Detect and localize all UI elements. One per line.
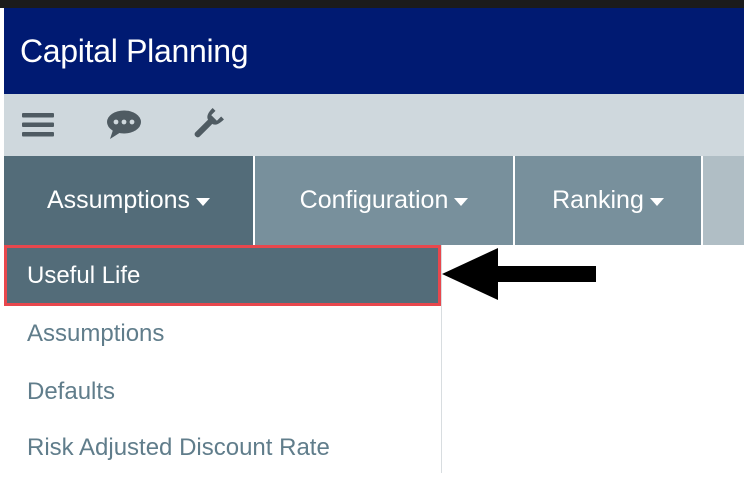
app-title: Capital Planning	[20, 32, 249, 69]
tab-assumptions[interactable]: Assumptions	[4, 156, 253, 245]
menu-button[interactable]	[20, 107, 56, 143]
menu-item-assumptions[interactable]: Assumptions	[4, 305, 441, 363]
caret-down-icon	[649, 197, 664, 206]
tab-label: Assumptions	[46, 186, 191, 214]
main-nav: Assumptions Configuration Ranking	[4, 156, 744, 245]
app-header: Capital Planning	[4, 8, 744, 94]
icon-toolbar	[4, 94, 744, 156]
menu-item-label: Assumptions	[27, 320, 165, 347]
menu-icon	[22, 113, 54, 137]
chat-button[interactable]	[104, 107, 144, 143]
window-top-edge	[0, 0, 744, 8]
settings-button[interactable]	[187, 107, 227, 143]
menu-item-useful-life[interactable]: Useful Life	[4, 245, 441, 306]
tab-ranking[interactable]: Ranking	[515, 156, 701, 245]
tab-label: Ranking	[552, 186, 644, 214]
menu-item-label: Risk Adjusted Discount Rate	[27, 434, 330, 461]
tab-label: Configuration	[299, 186, 449, 214]
menu-item-label: Defaults	[27, 378, 116, 405]
assumptions-dropdown-menu: Useful Life Assumptions Defaults Risk Ad…	[4, 245, 442, 473]
caret-down-icon	[454, 197, 469, 206]
tab-overflow[interactable]	[703, 156, 744, 245]
menu-item-risk-adjusted-discount-rate[interactable]: Risk Adjusted Discount Rate	[4, 419, 441, 477]
wrench-icon	[194, 108, 224, 138]
chat-icon	[107, 110, 141, 139]
annotation-arrow-icon	[442, 248, 596, 300]
menu-item-label: Useful Life	[27, 261, 141, 289]
menu-item-defaults[interactable]: Defaults	[4, 363, 441, 421]
tab-configuration[interactable]: Configuration	[255, 156, 513, 245]
caret-down-icon	[196, 197, 211, 206]
